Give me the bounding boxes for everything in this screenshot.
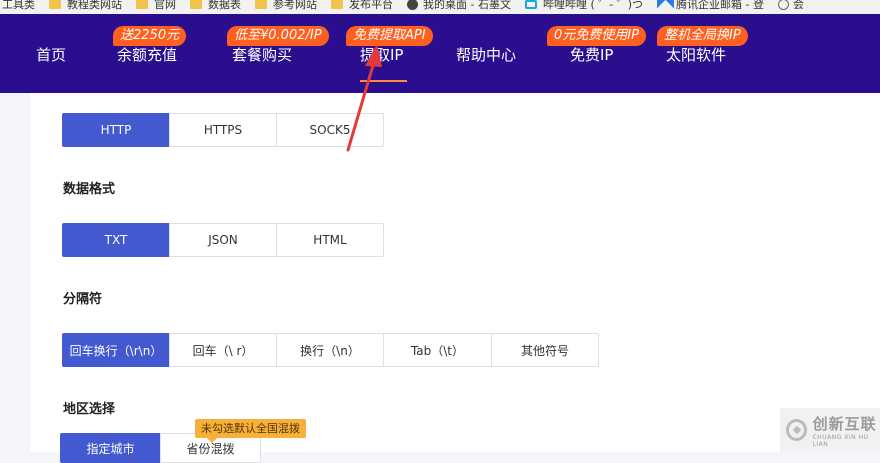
protocol-options: HTTP HTTPS SOCK5 xyxy=(62,113,384,147)
bookmark-official[interactable]: 官网 xyxy=(136,0,176,11)
bookmark-datasheet[interactable]: 数据表 xyxy=(190,0,241,11)
watermark-main-text: 创新互联 xyxy=(812,414,877,433)
bookmark-label: 哔哩哔哩 ( ゜- ゜)つ xyxy=(542,0,644,11)
bookmark-label: 教程类网站 xyxy=(67,0,122,11)
bookmark-label: 数据表 xyxy=(208,0,241,11)
bookmark-label: 我的桌面 - 石墨文 xyxy=(423,0,511,11)
folder-icon xyxy=(331,0,343,9)
format-txt-option[interactable]: TXT xyxy=(62,223,170,257)
nav-home[interactable]: 首页 xyxy=(36,44,66,65)
separator-label: 分隔符 xyxy=(63,292,103,307)
bookmark-tools[interactable]: 工具类 xyxy=(2,0,35,11)
protocol-sock5-option[interactable]: SOCK5 xyxy=(276,113,384,147)
nav-badge-packages: 低至¥0.002/IP xyxy=(227,26,329,46)
region-default-tooltip: 未勾选默认全国混拨 xyxy=(195,419,306,443)
bookmark-tutorials[interactable]: 教程类网站 xyxy=(49,0,122,11)
format-html-option[interactable]: HTML xyxy=(276,223,384,257)
folder-icon xyxy=(190,0,202,9)
bookmarks-bar: 工具类 教程类网站 官网 数据表 参考网站 发布平台 我的桌面 - 石墨文 哔哩… xyxy=(0,0,880,14)
separator-options: 回车换行（\r\n） 回车（\ r） 换行（\n） Tab（\t） 其他符号 xyxy=(62,333,599,367)
bookmark-exmail[interactable]: ◤◥ 腾讯企业邮箱 - 登 xyxy=(657,0,764,11)
folder-icon xyxy=(136,0,148,9)
region-label: 地区选择 xyxy=(63,402,116,417)
bookmark-label: 参考网站 xyxy=(273,0,317,11)
bookmark-references[interactable]: 参考网站 xyxy=(255,0,317,11)
watermark-text: 创新互联 CHUANG XIN HU LIAN xyxy=(813,413,880,448)
format-json-option[interactable]: JSON xyxy=(169,223,277,257)
data-format-options: TXT JSON HTML xyxy=(62,223,384,257)
watermark: 创新互联 CHUANG XIN HU LIAN xyxy=(780,408,880,452)
separator-cr-option[interactable]: 回车（\ r） xyxy=(169,333,277,367)
nav-extract-ip[interactable]: 提取IP xyxy=(360,44,403,65)
nav-free-ip[interactable]: 免费IP xyxy=(570,44,613,65)
wechat-work-icon: ◤◥ xyxy=(657,0,674,10)
protocol-https-option[interactable]: HTTPS xyxy=(169,113,277,147)
region-city-option[interactable]: 指定城市 xyxy=(60,433,161,463)
bookmark-label: 腾讯企业邮箱 - 登 xyxy=(676,0,764,11)
active-nav-indicator xyxy=(360,80,407,82)
nav-packages[interactable]: 套餐购买 xyxy=(232,44,292,65)
bookmark-label: 会 xyxy=(792,0,804,11)
nav-badge-extract-ip: 免费提取API xyxy=(346,26,433,46)
bookmark-label: 工具类 xyxy=(2,0,35,11)
data-format-label: 数据格式 xyxy=(63,182,116,197)
separator-tab-option[interactable]: Tab（\t） xyxy=(383,333,492,367)
chuangxin-logo-icon xyxy=(786,419,807,441)
folder-icon xyxy=(255,0,267,9)
bookmark-bilibili[interactable]: 哔哩哔哩 ( ゜- ゜)つ xyxy=(524,0,644,11)
separator-crlf-option[interactable]: 回车换行（\r\n） xyxy=(62,333,170,367)
nav-help[interactable]: 帮助中心 xyxy=(456,44,516,65)
nav-badge-free-ip: 0元免费使用IP xyxy=(547,26,646,46)
nav-sun-software[interactable]: 太阳软件 xyxy=(666,44,726,65)
globe-icon xyxy=(777,0,789,10)
bookmark-more[interactable]: 会 xyxy=(777,0,804,11)
nav-badge-recharge: 送2250元 xyxy=(113,26,187,46)
bilibili-icon xyxy=(524,0,537,9)
top-navbar: 首页 送2250元 余额充值 低至¥0.002/IP 套餐购买 免费提取API … xyxy=(0,14,880,93)
shimo-icon xyxy=(407,0,418,10)
protocol-http-option[interactable]: HTTP xyxy=(62,113,170,147)
nav-badge-sun-software: 整机全局换IP xyxy=(657,26,748,46)
bookmark-label: 官网 xyxy=(154,0,176,11)
bookmark-publish[interactable]: 发布平台 xyxy=(331,0,393,11)
separator-lf-option[interactable]: 换行（\n） xyxy=(276,333,384,367)
watermark-sub-text: CHUANG XIN HU LIAN xyxy=(812,433,869,448)
separator-other-option[interactable]: 其他符号 xyxy=(491,333,599,367)
bookmark-label: 发布平台 xyxy=(349,0,393,11)
bookmark-shimo[interactable]: 我的桌面 - 石墨文 xyxy=(407,0,511,11)
nav-recharge[interactable]: 余额充值 xyxy=(117,44,177,65)
folder-icon xyxy=(49,0,61,9)
